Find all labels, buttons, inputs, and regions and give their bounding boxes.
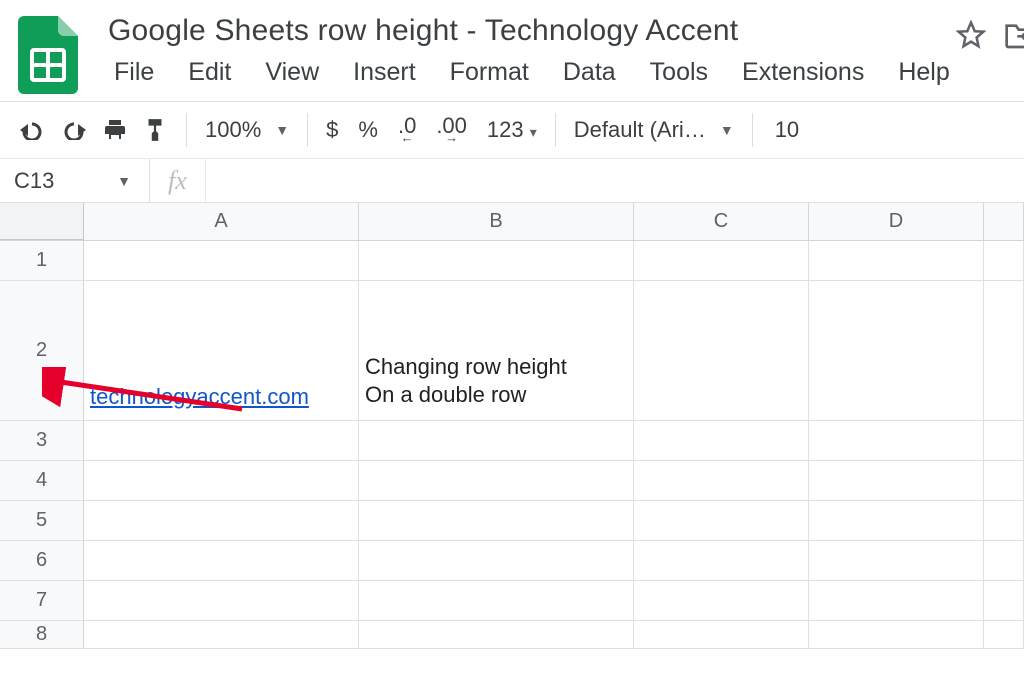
cell-C2[interactable] (634, 281, 809, 420)
cell-B3[interactable] (359, 421, 634, 460)
column-header-A[interactable]: A (84, 203, 359, 240)
zoom-select[interactable]: 100% ▼ (205, 117, 289, 143)
cell-A5[interactable] (84, 501, 359, 540)
row-header-8[interactable]: 8 (0, 621, 84, 648)
spreadsheet-grid: A B C D 1 2 technologyaccent.com Changin… (0, 203, 1024, 649)
cell-E1[interactable] (984, 241, 1024, 280)
cell-A6[interactable] (84, 541, 359, 580)
column-header-C[interactable]: C (634, 203, 809, 240)
fx-icon: fx (150, 159, 206, 202)
undo-icon[interactable] (18, 120, 46, 140)
star-icon[interactable] (956, 20, 986, 50)
document-title[interactable]: Google Sheets row height - Technology Ac… (108, 10, 956, 54)
column-header-B[interactable]: B (359, 203, 634, 240)
menu-view[interactable]: View (259, 56, 325, 89)
column-header-D[interactable]: D (809, 203, 984, 240)
cell-A2-link[interactable]: technologyaccent.com (90, 384, 309, 416)
font-name: Default (Ari… (574, 117, 706, 143)
cell-A3[interactable] (84, 421, 359, 460)
chevron-down-icon: ▼ (275, 122, 289, 138)
cell-D8[interactable] (809, 621, 984, 648)
toolbar: 100% ▼ $ % .0 ← .00 → 123 ▾ Default (Ari… (0, 101, 1024, 159)
row-header-6[interactable]: 6 (0, 541, 84, 580)
font-select[interactable]: Default (Ari… ▼ (574, 117, 734, 143)
row-header-3[interactable]: 3 (0, 421, 84, 460)
menu-edit[interactable]: Edit (182, 56, 237, 89)
cell-D1[interactable] (809, 241, 984, 280)
select-all-corner[interactable] (0, 203, 84, 240)
chevron-down-icon: ▼ (720, 122, 734, 138)
row-header-4[interactable]: 4 (0, 461, 84, 500)
cell-B7[interactable] (359, 581, 634, 620)
currency-button[interactable]: $ (326, 117, 338, 143)
paint-format-icon[interactable] (142, 117, 168, 143)
cell-C3[interactable] (634, 421, 809, 460)
cell-C1[interactable] (634, 241, 809, 280)
cell-E3[interactable] (984, 421, 1024, 460)
cell-B6[interactable] (359, 541, 634, 580)
menu-insert[interactable]: Insert (347, 56, 422, 89)
cell-A1[interactable] (84, 241, 359, 280)
cell-B2[interactable]: Changing row height On a double row (359, 281, 634, 420)
name-box[interactable]: C13 ▼ (0, 159, 150, 202)
move-to-folder-icon[interactable] (1004, 21, 1024, 49)
number-format-button[interactable]: 123 ▾ (487, 117, 537, 143)
row-header-2[interactable]: 2 (0, 281, 84, 420)
print-icon[interactable] (102, 118, 128, 142)
chevron-down-icon: ▼ (117, 173, 149, 189)
cell-A8[interactable] (84, 621, 359, 648)
sheets-logo-icon (18, 16, 78, 94)
cell-C5[interactable] (634, 501, 809, 540)
zoom-value: 100% (205, 117, 261, 143)
cell-A4[interactable] (84, 461, 359, 500)
cell-B8[interactable] (359, 621, 634, 648)
cell-E7[interactable] (984, 581, 1024, 620)
cell-E2[interactable] (984, 281, 1024, 420)
row-header-1[interactable]: 1 (0, 241, 84, 280)
menu-tools[interactable]: Tools (644, 56, 714, 89)
cell-D6[interactable] (809, 541, 984, 580)
decrease-decimal-button[interactable]: .0 ← (398, 118, 416, 142)
cell-C7[interactable] (634, 581, 809, 620)
menu-file[interactable]: File (108, 56, 160, 89)
name-box-value: C13 (14, 168, 54, 194)
percent-button[interactable]: % (358, 117, 378, 143)
menu-data[interactable]: Data (557, 56, 622, 89)
redo-icon[interactable] (60, 120, 88, 140)
cell-D4[interactable] (809, 461, 984, 500)
menu-bar: File Edit View Insert Format Data Tools … (108, 54, 956, 101)
column-header-E[interactable] (984, 203, 1024, 240)
font-size-input[interactable]: 10 (771, 117, 799, 143)
cell-D3[interactable] (809, 421, 984, 460)
cell-C6[interactable] (634, 541, 809, 580)
cell-E8[interactable] (984, 621, 1024, 648)
chevron-down-icon: ▾ (530, 124, 537, 140)
cell-D7[interactable] (809, 581, 984, 620)
formula-input[interactable] (206, 159, 1024, 202)
cell-D5[interactable] (809, 501, 984, 540)
increase-decimal-button[interactable]: .00 → (436, 118, 467, 142)
row-header-7[interactable]: 7 (0, 581, 84, 620)
menu-format[interactable]: Format (444, 56, 535, 89)
menu-extensions[interactable]: Extensions (736, 56, 870, 89)
cell-E5[interactable] (984, 501, 1024, 540)
cell-C4[interactable] (634, 461, 809, 500)
cell-B5[interactable] (359, 501, 634, 540)
row-header-5[interactable]: 5 (0, 501, 84, 540)
cell-B1[interactable] (359, 241, 634, 280)
cell-B2-text: Changing row height On a double row (365, 353, 567, 416)
cell-A7[interactable] (84, 581, 359, 620)
cell-E4[interactable] (984, 461, 1024, 500)
cell-B4[interactable] (359, 461, 634, 500)
cell-A2[interactable]: technologyaccent.com (84, 281, 359, 420)
cell-E6[interactable] (984, 541, 1024, 580)
cell-D2[interactable] (809, 281, 984, 420)
cell-C8[interactable] (634, 621, 809, 648)
menu-help[interactable]: Help (892, 56, 955, 89)
